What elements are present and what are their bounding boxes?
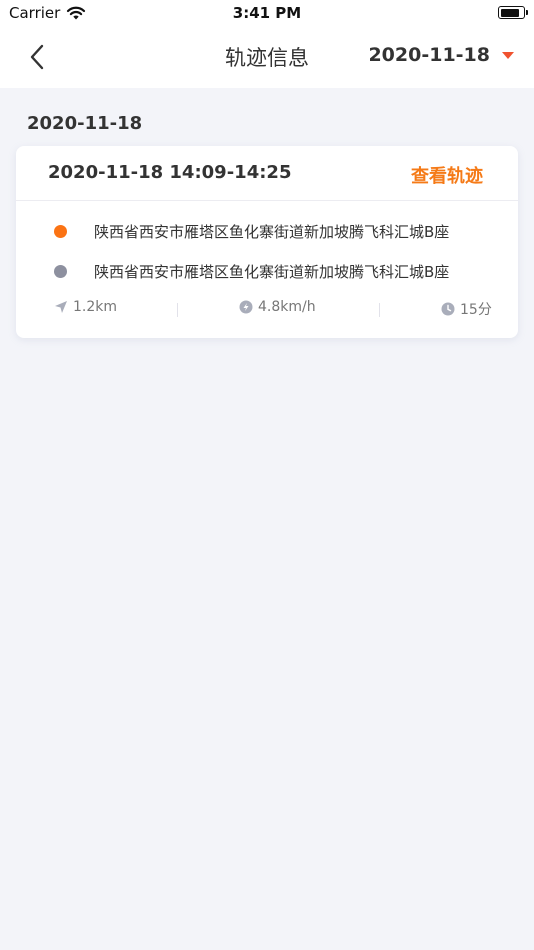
- duration-value: 15分: [460, 302, 492, 318]
- section-date-header: 2020-11-18: [27, 113, 143, 134]
- end-location-text: 陕西省西安市雁塔区鱼化寨街道新加坡腾飞科汇城B座: [94, 263, 450, 281]
- caret-down-icon: [502, 51, 514, 59]
- date-selector-label: 2020-11-18: [368, 44, 490, 66]
- trip-time-range: 2020-11-18 14:09-14:25: [48, 162, 292, 183]
- trip-card[interactable]: 2020-11-18 14:09-14:25 查看轨迹 陕西省西安市雁塔区鱼化寨…: [16, 146, 518, 338]
- stat-divider: [379, 303, 380, 317]
- start-point-dot: [54, 225, 67, 238]
- status-bar: Carrier 3:41 PM: [0, 0, 534, 28]
- clock-icon: [441, 302, 455, 316]
- navigation-arrow-icon: [55, 301, 67, 313]
- start-location-text: 陕西省西安市雁塔区鱼化寨街道新加坡腾飞科汇城B座: [94, 223, 450, 241]
- battery-fill: [500, 8, 519, 17]
- view-track-button[interactable]: 查看轨迹: [411, 162, 483, 188]
- end-location-row: 陕西省西安市雁塔区鱼化寨街道新加坡腾飞科汇城B座: [16, 259, 518, 283]
- duration-stat: 15分: [441, 299, 492, 319]
- nav-bar: 轨迹信息 2020-11-18: [0, 28, 534, 88]
- stat-divider: [177, 303, 178, 317]
- trip-stats: 1.2km 4.8km/h 15分: [16, 299, 518, 321]
- status-time: 3:41 PM: [232, 4, 302, 22]
- speed-icon: [239, 300, 253, 314]
- distance-value: 1.2km: [73, 299, 118, 315]
- start-location-row: 陕西省西安市雁塔区鱼化寨街道新加坡腾飞科汇城B座: [16, 219, 518, 243]
- end-point-dot: [54, 265, 67, 278]
- distance-stat: 1.2km: [54, 299, 117, 315]
- trip-card-header: 2020-11-18 14:09-14:25 查看轨迹: [16, 146, 518, 201]
- speed-stat: 4.8km/h: [239, 299, 316, 315]
- date-selector[interactable]: 2020-11-18: [368, 44, 514, 66]
- speed-value: 4.8km/h: [258, 299, 316, 315]
- battery-icon: [498, 6, 528, 19]
